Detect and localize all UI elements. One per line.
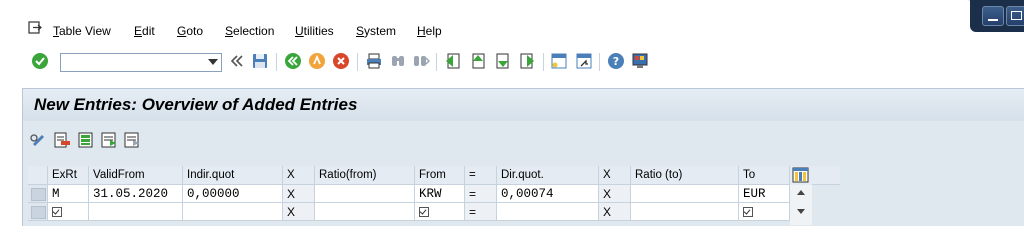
command-field[interactable] xyxy=(60,53,222,72)
menu-table-view[interactable]: Table View xyxy=(53,24,111,38)
col-header-from[interactable]: From xyxy=(415,166,465,185)
select-all-icon[interactable] xyxy=(77,131,95,149)
page-title: New Entries: Overview of Added Entries xyxy=(34,95,358,114)
required-entry-icon xyxy=(419,207,429,217)
vertical-scrollbar[interactable] xyxy=(790,185,812,225)
cell-dir-quot[interactable]: 0,00074 xyxy=(497,185,599,203)
customize-layout-icon[interactable] xyxy=(631,52,649,70)
cell-indir-quot[interactable] xyxy=(183,203,283,221)
cell-x1: X xyxy=(283,203,315,221)
window-top-strip xyxy=(0,0,1024,12)
cell-validfrom[interactable] xyxy=(89,203,183,221)
cell-validfrom[interactable]: 31.05.2020 xyxy=(89,185,183,203)
cell-ratio-from[interactable] xyxy=(315,203,415,221)
col-header-indir-quot[interactable]: Indir.quot xyxy=(183,166,283,185)
scroll-down-icon[interactable] xyxy=(797,209,805,214)
previous-page-icon[interactable] xyxy=(469,52,487,70)
cell-from[interactable]: KRW xyxy=(415,185,465,203)
back-icon[interactable] xyxy=(228,52,246,70)
column-settings-icon[interactable] xyxy=(790,166,812,185)
row-selector[interactable] xyxy=(28,185,48,203)
cell-ratio-to[interactable] xyxy=(631,185,739,203)
svg-text:?: ? xyxy=(613,55,619,68)
shortcut-icon[interactable] xyxy=(575,52,593,70)
menu-goto[interactable]: Goto xyxy=(177,24,203,38)
deselect-all-icon[interactable] xyxy=(123,131,141,149)
col-header-x1[interactable]: X xyxy=(283,166,315,185)
minimize-button[interactable] xyxy=(982,6,1004,26)
required-entry-icon xyxy=(743,207,753,217)
cell-eq: = xyxy=(465,185,497,203)
cancel-icon[interactable] xyxy=(332,52,350,70)
cell-x2: X xyxy=(599,203,631,221)
find-next-icon[interactable] xyxy=(412,52,430,70)
col-header-validfrom[interactable]: ValidFrom xyxy=(89,166,183,185)
create-session-icon[interactable] xyxy=(550,52,568,70)
display-change-icon[interactable] xyxy=(30,131,48,149)
col-header-eq[interactable]: = xyxy=(465,166,497,185)
back-nav-icon[interactable] xyxy=(284,52,302,70)
print-icon[interactable] xyxy=(365,52,383,70)
cell-from[interactable] xyxy=(415,203,465,221)
cell-x2: X xyxy=(599,185,631,203)
required-entry-icon xyxy=(52,207,62,217)
save-icon[interactable] xyxy=(251,52,269,70)
col-header-ratio-to[interactable]: Ratio (to) xyxy=(631,166,739,185)
col-header-ratio-from[interactable]: Ratio(from) xyxy=(315,166,415,185)
scroll-up-icon[interactable] xyxy=(797,190,805,195)
cell-dir-quot[interactable] xyxy=(497,203,599,221)
col-header-dir-quot[interactable]: Dir.quot. xyxy=(497,166,599,185)
menu-selection[interactable]: Selection xyxy=(225,24,274,38)
cell-ratio-from[interactable] xyxy=(315,185,415,203)
row-selector[interactable] xyxy=(28,203,48,221)
delete-row-icon[interactable] xyxy=(53,131,71,149)
cell-ratio-to[interactable] xyxy=(631,203,739,221)
menu-utilities[interactable]: Utilities xyxy=(295,24,334,38)
help-icon[interactable]: ? xyxy=(607,52,625,70)
select-block-icon[interactable] xyxy=(100,131,118,149)
select-all-header[interactable] xyxy=(28,166,48,185)
cell-x1: X xyxy=(283,185,315,203)
cell-exrt[interactable] xyxy=(48,203,89,221)
menu-system[interactable]: System xyxy=(356,24,396,38)
exit-icon[interactable] xyxy=(308,52,326,70)
first-page-icon[interactable] xyxy=(444,52,462,70)
col-header-x2[interactable]: X xyxy=(599,166,631,185)
menu-help[interactable]: Help xyxy=(417,24,442,38)
cell-exrt[interactable]: M xyxy=(48,185,89,203)
cell-to[interactable] xyxy=(739,203,790,221)
find-icon[interactable] xyxy=(389,52,407,70)
col-header-exrt[interactable]: ExRt xyxy=(48,166,89,185)
window-controls xyxy=(970,0,1024,32)
col-header-to[interactable]: To xyxy=(739,166,790,185)
next-page-icon[interactable] xyxy=(494,52,512,70)
enter-icon[interactable] xyxy=(31,52,49,70)
cell-indir-quot[interactable]: 0,00000 xyxy=(183,185,283,203)
menu-exit-icon[interactable] xyxy=(28,21,42,35)
cell-to[interactable]: EUR xyxy=(739,185,790,203)
menu-edit[interactable]: Edit xyxy=(134,24,155,38)
chevron-down-icon[interactable] xyxy=(208,59,218,65)
last-page-icon[interactable] xyxy=(518,52,536,70)
cell-eq: = xyxy=(465,203,497,221)
maximize-button[interactable] xyxy=(1006,6,1024,26)
